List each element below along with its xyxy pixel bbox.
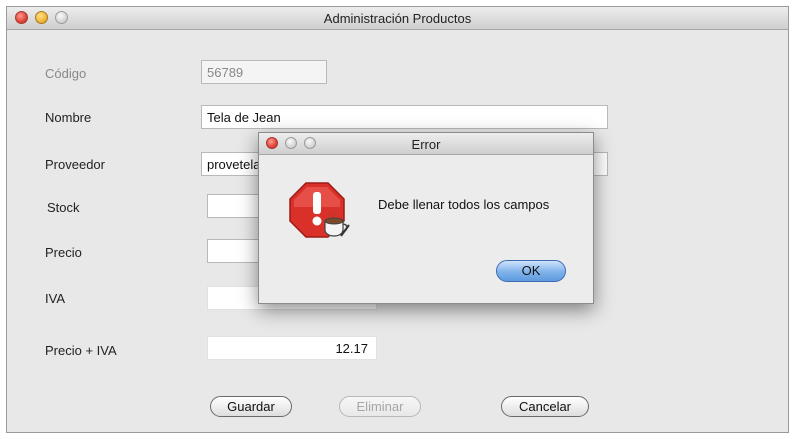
nombre-label: Nombre — [45, 110, 92, 125]
error-dialog: Error Debe llenar todos los campos OK — [258, 132, 594, 304]
proveedor-label: Proveedor — [45, 157, 105, 172]
main-titlebar: Administración Productos — [7, 7, 788, 30]
guardar-button[interactable]: Guardar — [210, 396, 292, 417]
precio-iva-label: Precio + IVA — [45, 343, 117, 358]
dialog-message: Debe llenar todos los campos — [378, 197, 550, 212]
nombre-field[interactable]: Tela de Jean — [201, 105, 608, 129]
cancelar-button[interactable]: Cancelar — [501, 396, 589, 417]
stock-label: Stock — [47, 200, 80, 215]
dialog-titlebar: Error — [259, 133, 593, 155]
precio-label: Precio — [45, 245, 82, 260]
codigo-label: Código — [45, 66, 87, 81]
dialog-title: Error — [411, 137, 441, 152]
codigo-field: 56789 — [201, 60, 327, 84]
window-title: Administración Productos — [323, 11, 472, 26]
iva-label: IVA — [45, 291, 65, 306]
precio-iva-field: 12.17 — [207, 336, 377, 360]
stop-alert-icon — [289, 182, 350, 238]
eliminar-button: Eliminar — [339, 396, 421, 417]
ok-button[interactable]: OK — [496, 260, 566, 282]
